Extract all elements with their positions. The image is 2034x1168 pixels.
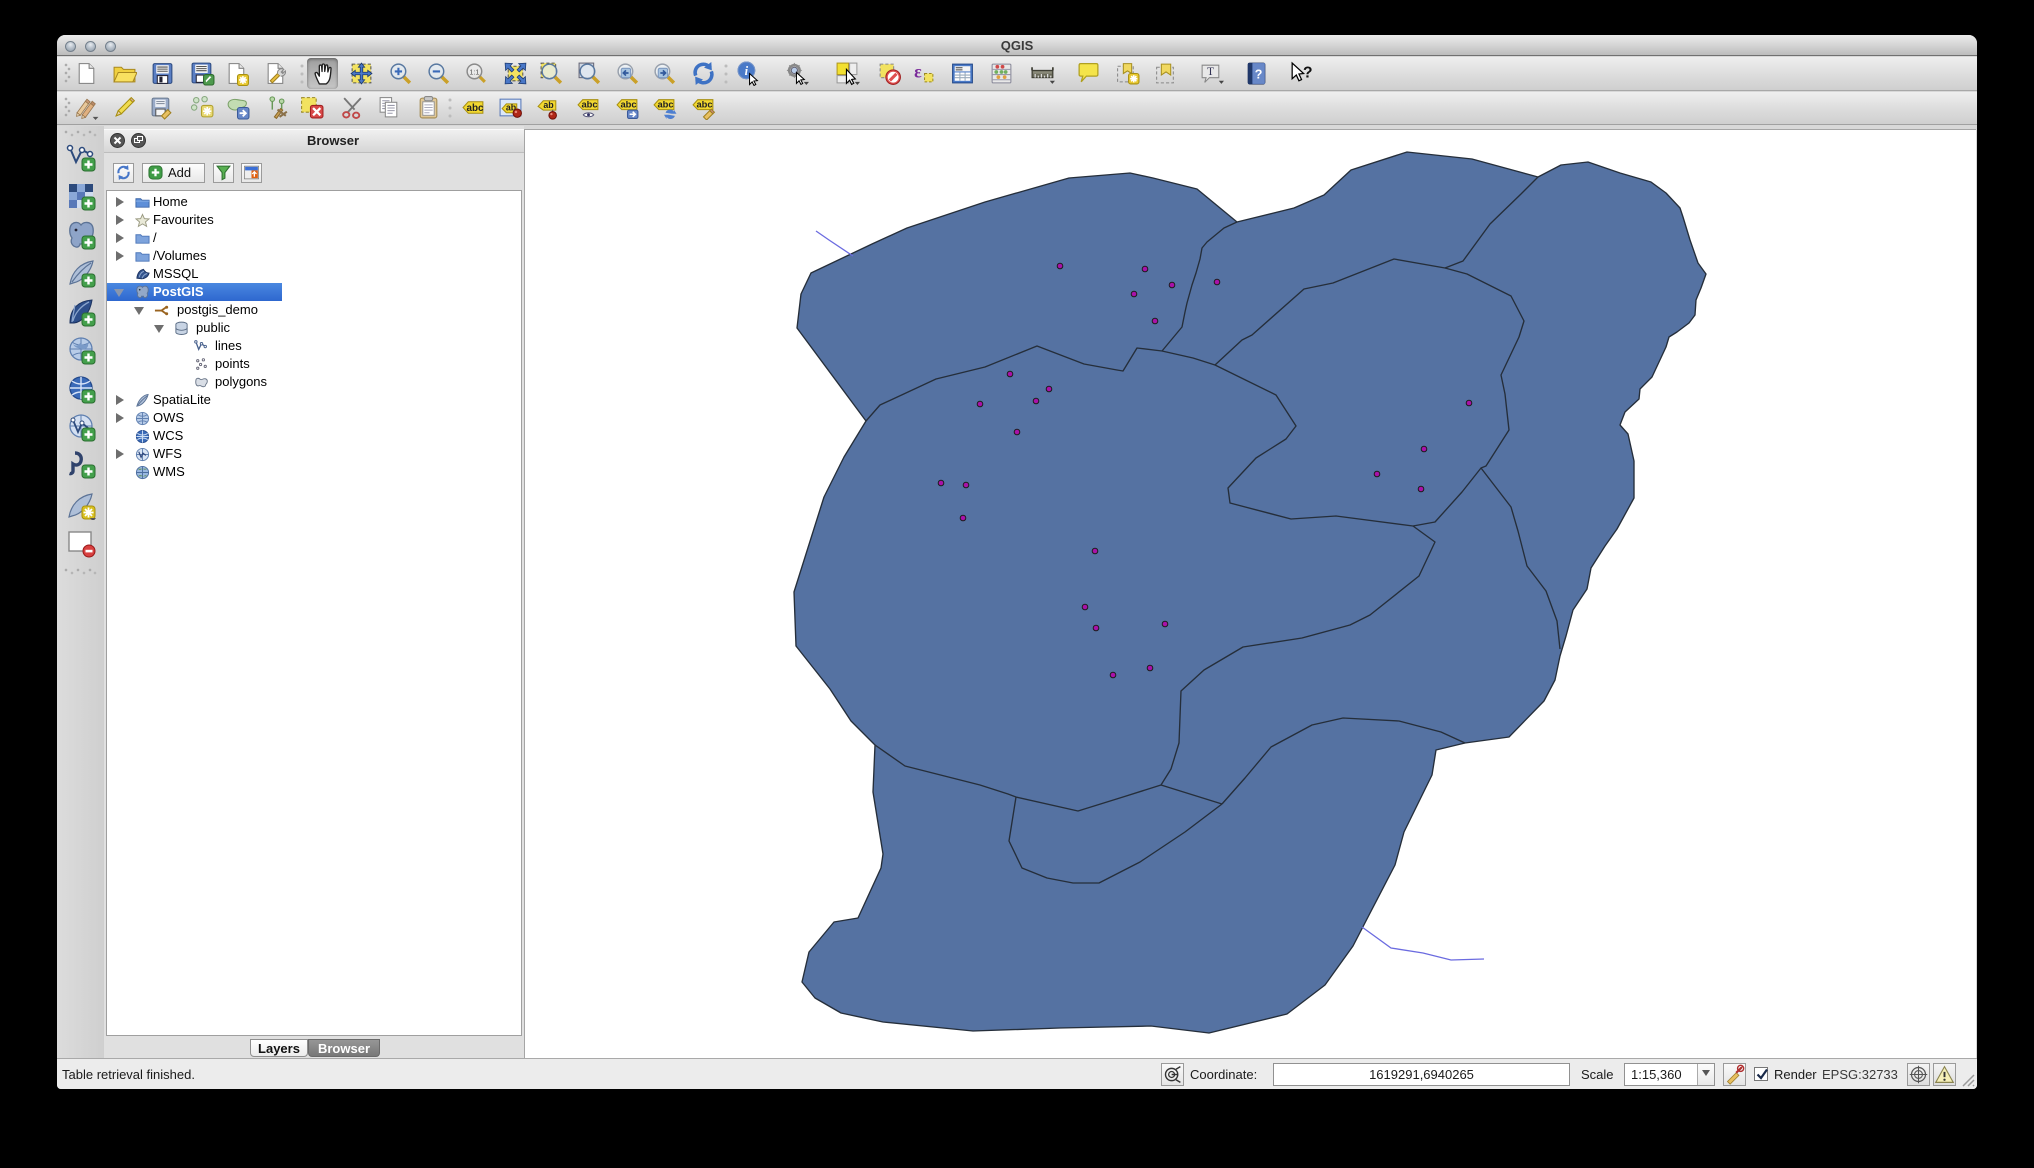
svg-text:i: i: [745, 64, 749, 78]
svg-text:T: T: [1207, 66, 1214, 78]
svg-text:1:1: 1:1: [469, 68, 479, 77]
svg-text:?: ?: [1255, 68, 1263, 82]
svg-text:abc: abc: [620, 100, 636, 110]
svg-text:?: ?: [1303, 65, 1313, 82]
svg-text:abc: abc: [657, 100, 673, 110]
svg-text:abc: abc: [581, 100, 597, 110]
svg-text:ε: ε: [914, 62, 922, 82]
svg-text:abc: abc: [696, 100, 712, 110]
svg-text:abc: abc: [467, 103, 485, 114]
svg-text:ab: ab: [543, 100, 554, 110]
